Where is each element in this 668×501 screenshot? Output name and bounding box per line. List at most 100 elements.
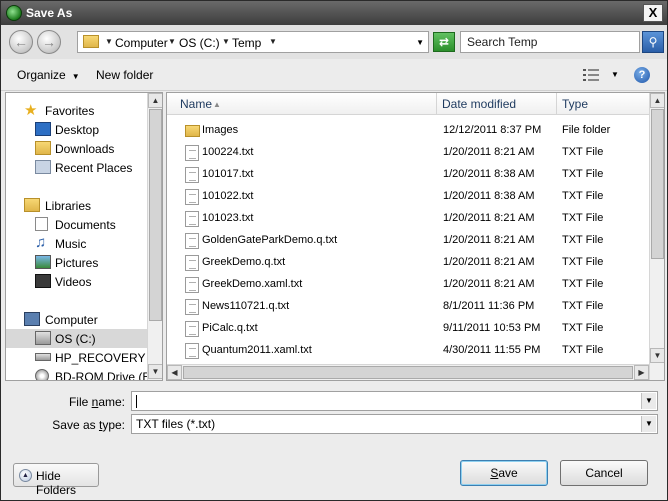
documents-icon <box>35 217 48 231</box>
file-list: Name ▲ Date modified Type Images 12/12/20… <box>166 92 665 381</box>
refresh-button[interactable]: ⇄ <box>433 32 455 52</box>
file-row[interactable]: 101022.txt 1/20/2011 8:38 AM TXT File <box>167 186 649 208</box>
nav-item-label: Computer <box>45 313 98 327</box>
text-file-icon <box>185 145 199 161</box>
cancel-button[interactable]: Cancel <box>560 460 648 486</box>
scroll-right-arrow-icon[interactable]: ▶ <box>634 365 649 380</box>
optical-drive-icon <box>35 369 49 380</box>
scrollbar-thumb[interactable] <box>651 109 664 259</box>
nav-item-label: BD-ROM Drive (E:) <box>55 370 158 381</box>
column-divider[interactable] <box>556 93 557 115</box>
file-row[interactable]: PiCalc.q.txt 9/11/2011 10:53 PM TXT File <box>167 318 649 340</box>
file-name: GreekDemo.xaml.txt <box>202 278 303 290</box>
chevron-down-icon[interactable]: ▼ <box>269 37 277 46</box>
breadcrumb-temp[interactable]: Temp <box>232 36 261 50</box>
nav-item-computer[interactable]: Computer <box>6 310 148 329</box>
text-caret <box>136 395 137 409</box>
address-history-dropdown-icon[interactable]: ▼ <box>416 38 424 47</box>
chevron-down-icon[interactable]: ▼ <box>641 416 656 432</box>
breadcrumb-os-c[interactable]: OS (C:) <box>179 36 220 50</box>
chevron-down-icon[interactable]: ▼ <box>105 37 113 46</box>
scroll-down-arrow-icon[interactable]: ▼ <box>148 364 162 379</box>
file-row[interactable]: News110721.q.txt 8/1/2011 11:36 PM TXT Fil… <box>167 296 649 318</box>
file-row[interactable]: 100224.txt 1/20/2011 8:21 AM TXT File <box>167 142 649 164</box>
column-header-date-modified[interactable]: Date modified <box>442 97 516 111</box>
file-row[interactable]: GreekDemo.q.txt 1/20/2011 8:21 AM TXT File <box>167 252 649 274</box>
nav-item-label: Libraries <box>45 199 92 213</box>
chevron-down-icon[interactable]: ▼ <box>611 70 619 79</box>
file-name-input[interactable]: ▼ <box>131 391 658 411</box>
drive-icon <box>35 353 51 361</box>
help-icon[interactable]: ? <box>634 67 650 83</box>
nav-item-os-c[interactable]: OS (C:) <box>6 329 148 348</box>
navigation-pane: ★ Favorites Desktop Downloads Recent Pla… <box>5 92 163 381</box>
file-type: TXT File <box>562 168 604 180</box>
back-button[interactable]: ← <box>9 30 33 54</box>
scroll-up-arrow-icon[interactable]: ▲ <box>148 93 162 108</box>
file-row[interactable]: GoldenGateParkDemo.q.txt 1/20/2011 8:21 A… <box>167 230 649 252</box>
forward-button[interactable]: → <box>37 30 61 54</box>
folder-icon <box>83 35 99 48</box>
organize-menu[interactable]: Organize ▼ <box>17 68 80 82</box>
search-icon[interactable]: ⚲ <box>642 31 664 53</box>
nav-item-favorites[interactable]: ★ Favorites <box>6 101 148 120</box>
save-button[interactable]: Save <box>460 460 548 486</box>
file-date-modified: 1/20/2011 8:21 AM <box>443 212 535 224</box>
nav-scrollbar[interactable]: ▲ ▼ <box>147 93 162 380</box>
address-bar[interactable]: ▼ Computer ▼ OS (C:) ▼ Temp ▼ ▼ <box>77 31 429 53</box>
nav-item-videos[interactable]: Videos <box>6 272 148 291</box>
save-as-type-label: Save as type: <box>21 418 125 432</box>
view-options-icon[interactable] <box>583 69 599 81</box>
nav-item-label: Desktop <box>55 123 100 137</box>
organize-label: Organize <box>17 68 66 82</box>
text-file-icon <box>185 233 199 249</box>
breadcrumb-computer[interactable]: Computer <box>115 36 168 50</box>
file-date-modified: 12/12/2011 8:37 PM <box>443 124 542 136</box>
file-date-modified: 1/20/2011 8:38 AM <box>443 168 535 180</box>
nav-item-label: Favorites <box>45 104 95 118</box>
file-row[interactable]: 101023.txt 1/20/2011 8:21 AM TXT File <box>167 208 649 230</box>
column-header-type[interactable]: Type <box>562 97 588 111</box>
column-header-name[interactable]: Name <box>180 97 212 111</box>
file-row[interactable]: GreekDemo.xaml.txt 1/20/2011 8:21 AM TXT F… <box>167 274 649 296</box>
scrollbar-thumb[interactable] <box>149 109 162 321</box>
scroll-left-arrow-icon[interactable]: ◀ <box>167 365 182 380</box>
star-icon: ★ <box>24 102 38 119</box>
nav-item-downloads[interactable]: Downloads <box>6 139 148 158</box>
file-date-modified: 8/1/2011 11:36 PM <box>443 300 535 312</box>
chevron-down-icon[interactable]: ▼ <box>222 37 230 46</box>
save-as-type-select[interactable]: TXT files (*.txt) ▼ <box>131 414 658 434</box>
title-bar[interactable]: Save As X <box>1 1 667 25</box>
scrollbar-thumb[interactable] <box>183 366 633 379</box>
nav-item-label: Videos <box>55 275 92 289</box>
file-row[interactable]: Quantum2011.xaml.txt 4/30/2011 11:55 PM TX… <box>167 340 649 362</box>
column-divider[interactable] <box>436 93 437 115</box>
text-file-icon <box>185 255 199 271</box>
file-list-vertical-scrollbar[interactable]: ▲ ▼ <box>649 93 664 380</box>
nav-item-recent-places[interactable]: Recent Places <box>6 158 148 177</box>
nav-item-pictures[interactable]: Pictures <box>6 253 148 272</box>
nav-item-libraries[interactable]: Libraries <box>6 196 148 215</box>
file-row[interactable]: 101017.txt 1/20/2011 8:38 AM TXT File <box>167 164 649 186</box>
chevron-down-icon[interactable]: ▼ <box>641 393 656 409</box>
new-folder-button[interactable]: New folder <box>96 68 153 82</box>
nav-item-documents[interactable]: Documents <box>6 215 148 234</box>
file-name-label: File name: <box>41 395 125 409</box>
file-name: 100224.txt <box>202 146 254 158</box>
nav-item-music[interactable]: ♫ Music <box>6 234 148 253</box>
file-row[interactable]: Images 12/12/2011 8:37 PM File folder <box>167 120 649 142</box>
scroll-up-arrow-icon[interactable]: ▲ <box>650 93 664 108</box>
nav-item-bd-rom[interactable]: BD-ROM Drive (E:) <box>6 367 158 380</box>
chevron-down-icon[interactable]: ▼ <box>168 37 176 46</box>
nav-item-desktop[interactable]: Desktop <box>6 120 148 139</box>
scroll-down-arrow-icon[interactable]: ▼ <box>650 348 664 363</box>
nav-item-hp-recovery[interactable]: HP_RECOVERY (D: <box>6 348 162 367</box>
music-icon: ♫ <box>35 234 47 251</box>
search-input[interactable]: Search Temp <box>460 31 640 53</box>
hide-folders-button[interactable]: ▲ Hide Folders <box>13 463 99 497</box>
pictures-icon <box>35 255 51 269</box>
computer-icon <box>24 312 40 326</box>
close-button[interactable]: X <box>643 4 663 22</box>
chevron-down-icon: ▼ <box>71 72 80 81</box>
file-list-horizontal-scrollbar[interactable]: ◀ ▶ <box>167 364 649 380</box>
